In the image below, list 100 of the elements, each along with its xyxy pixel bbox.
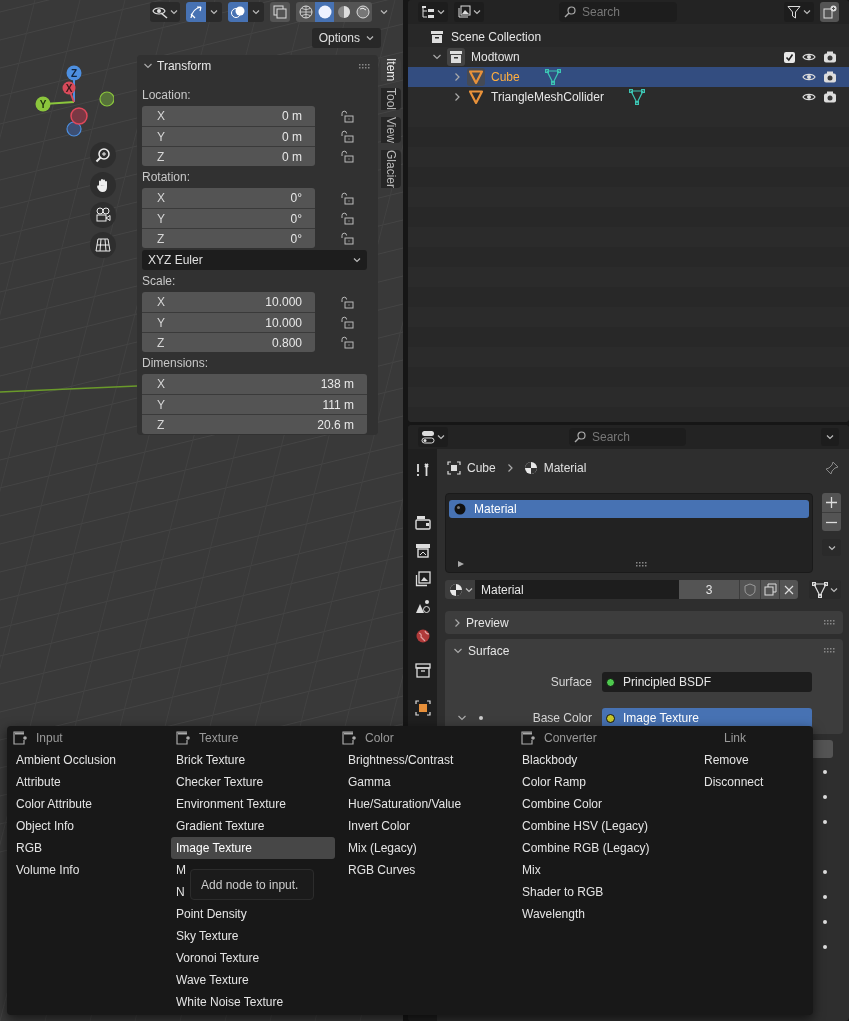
shader-link-field[interactable]: Principled BSDF <box>602 672 812 692</box>
xray-toggle-button[interactable] <box>270 2 290 22</box>
object-square-icon[interactable] <box>414 700 431 716</box>
menu-item[interactable]: Disconnect <box>698 771 812 793</box>
number-field[interactable]: Z 0 m <box>142 146 315 166</box>
eye-icon[interactable] <box>802 52 816 62</box>
number-field[interactable]: Y 0° <box>142 208 315 228</box>
number-field[interactable]: Z 0.800 <box>142 332 315 352</box>
number-field[interactable]: Z 20.6 m <box>142 414 367 434</box>
camera-icon[interactable] <box>823 71 837 83</box>
menu-item[interactable]: Wavelength <box>516 903 696 925</box>
tool-icon[interactable] <box>414 462 431 478</box>
menu-item[interactable]: Shader to RGB <box>516 881 696 903</box>
breadcrumb-item[interactable]: Cube <box>467 459 496 477</box>
menu-item[interactable]: Combine Color <box>516 793 696 815</box>
editor-type-button[interactable] <box>418 427 448 447</box>
menu-item[interactable]: Environment Texture <box>171 793 335 815</box>
camera-icon[interactable] <box>823 51 837 63</box>
remove-slot-button[interactable] <box>822 512 841 531</box>
menu-item[interactable]: Mix <box>516 859 696 881</box>
fake-user-button[interactable] <box>739 580 760 599</box>
menu-item[interactable]: Volume Info <box>8 859 169 881</box>
menu-item[interactable]: Brightness/Contrast <box>337 749 514 771</box>
shapes-icon[interactable] <box>414 599 431 615</box>
number-field[interactable]: Y 0 m <box>142 126 315 146</box>
expand-toggle[interactable] <box>432 53 442 61</box>
options-dropdown[interactable]: Options <box>311 28 381 48</box>
panel-title[interactable]: Transform <box>157 57 212 75</box>
overlay-toggle-button[interactable] <box>228 2 264 22</box>
slot-menu-button[interactable] <box>822 539 841 556</box>
menu-item[interactable]: Blackbody <box>516 749 696 771</box>
shading-mode-button[interactable] <box>353 2 372 22</box>
eye-icon[interactable] <box>802 72 816 82</box>
axis-gizmo[interactable]: X Y Z <box>34 62 114 142</box>
material-slot[interactable]: Material <box>449 500 809 518</box>
user-count[interactable]: 3 <box>679 580 739 599</box>
panel-header[interactable]: Preview <box>445 611 843 634</box>
menu-item[interactable]: Combine HSV (Legacy) <box>516 815 696 837</box>
number-field[interactable]: Y 10.000 <box>142 312 315 332</box>
number-field[interactable]: X 138 m <box>142 374 367 394</box>
menu-item[interactable]: RGB Curves <box>337 859 514 881</box>
collection-box-icon[interactable] <box>414 663 431 679</box>
number-field[interactable]: Y 111 m <box>142 394 367 414</box>
menu-item[interactable]: Color Ramp <box>516 771 696 793</box>
menu-item[interactable]: Checker Texture <box>171 771 335 793</box>
expand-toggle[interactable] <box>452 72 462 82</box>
expand-toggle[interactable] <box>457 714 467 722</box>
search-field[interactable]: Search <box>569 428 686 446</box>
pin-icon[interactable] <box>825 461 839 475</box>
menu-item[interactable]: Image Texture <box>171 837 335 859</box>
menu-item[interactable]: Remove <box>698 749 812 771</box>
menu-item[interactable]: Sky Texture <box>171 925 335 947</box>
hand-button[interactable] <box>90 172 116 198</box>
data-link-button[interactable] <box>809 580 841 599</box>
shading-mode-button[interactable] <box>334 2 353 22</box>
globe-icon[interactable] <box>414 628 431 644</box>
menu-item[interactable]: Mix (Legacy) <box>337 837 514 859</box>
menu-item[interactable]: Object Info <box>8 815 169 837</box>
shading-mode-button[interactable] <box>315 2 334 22</box>
menu-item[interactable]: Invert Color <box>337 815 514 837</box>
breadcrumb-item[interactable]: Material <box>543 459 587 477</box>
camera-icon[interactable] <box>823 91 837 103</box>
shading-mode-button[interactable] <box>296 2 315 22</box>
options-dropdown[interactable] <box>821 428 839 446</box>
shader-link-field[interactable]: Image Texture <box>602 708 812 728</box>
new-collection-button[interactable] <box>820 2 839 22</box>
panel-header[interactable]: Surface <box>445 639 843 662</box>
outliner-row[interactable]: Cube <box>408 67 849 87</box>
image-stack-icon[interactable] <box>414 571 431 587</box>
printer-icon[interactable] <box>414 543 431 559</box>
search-field[interactable]: Search <box>559 2 677 22</box>
expand-triangle-icon[interactable] <box>457 560 465 568</box>
menu-item[interactable]: Hue/Saturation/Value <box>337 793 514 815</box>
render-icon[interactable] <box>414 515 431 531</box>
number-field[interactable]: X 0° <box>142 188 315 208</box>
material-name-field[interactable]: Material <box>475 580 679 599</box>
add-slot-button[interactable] <box>822 493 841 512</box>
menu-item[interactable]: RGB <box>8 837 169 859</box>
sidebar-tab[interactable]: Tool <box>381 88 401 111</box>
editor-type-button[interactable] <box>418 2 448 22</box>
menu-item[interactable]: Voronoi Texture <box>171 947 335 969</box>
visibility-dropdown[interactable] <box>150 2 180 22</box>
duplicate-button[interactable] <box>760 580 779 599</box>
material-browse-button[interactable] <box>445 580 475 599</box>
menu-item[interactable]: White Noise Texture <box>171 991 335 1013</box>
grid-button[interactable] <box>90 232 116 258</box>
menu-item[interactable]: Ambient Occlusion <box>8 749 169 771</box>
menu-item[interactable]: Attribute <box>8 771 169 793</box>
number-field[interactable]: X 0 m <box>142 106 315 126</box>
menu-item[interactable]: Color Attribute <box>8 793 169 815</box>
unlink-button[interactable] <box>779 580 798 599</box>
number-field[interactable]: Z 0° <box>142 228 315 248</box>
sidebar-tab[interactable]: Item <box>381 58 401 82</box>
menu-item[interactable]: Wave Texture <box>171 969 335 991</box>
menu-item[interactable]: Gradient Texture <box>171 815 335 837</box>
menu-item[interactable]: Gamma <box>337 771 514 793</box>
camera-button[interactable] <box>90 202 116 228</box>
zoom-button[interactable] <box>90 142 116 168</box>
menu-item[interactable]: Brick Texture <box>171 749 335 771</box>
sidebar-tab[interactable]: View <box>381 117 401 144</box>
